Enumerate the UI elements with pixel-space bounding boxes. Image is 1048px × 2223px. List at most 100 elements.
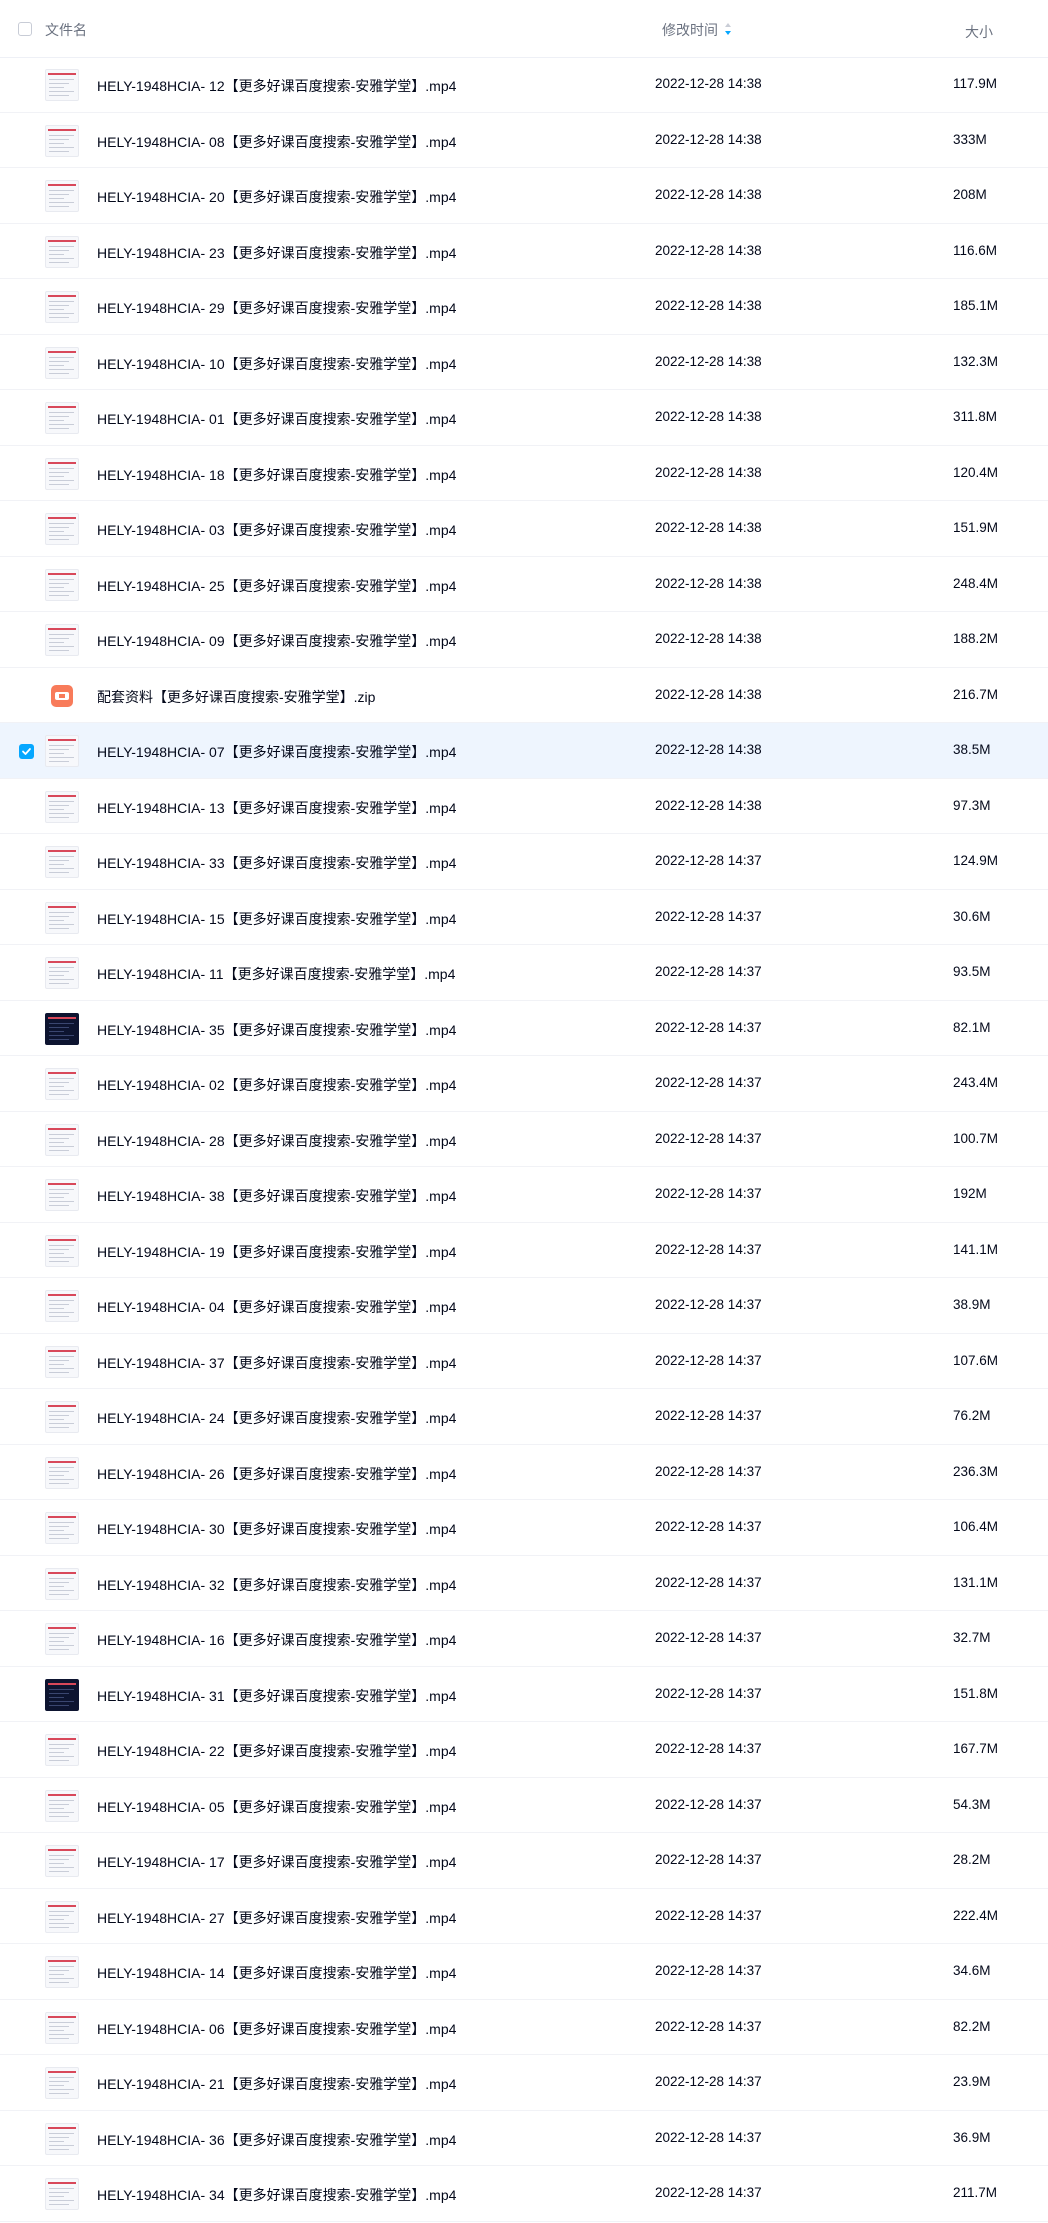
file-mtime: 2022-12-28 14:38 [655, 409, 762, 424]
file-row[interactable]: HELY-1948HCIA- 31【更多好课百度搜索-安雅学堂】.mp4 2022… [0, 1667, 1048, 1722]
file-mtime: 2022-12-28 14:37 [655, 1574, 762, 1590]
file-name[interactable]: HELY-1948HCIA- 09【更多好课百度搜索-安雅学堂】.mp4 [97, 631, 456, 651]
video-thumbnail-icon [45, 457, 79, 490]
file-name[interactable]: HELY-1948HCIA- 14【更多好课百度搜索-安雅学堂】.mp4 [97, 1963, 456, 1983]
file-row[interactable]: HELY-1948HCIA- 07【更多好课百度搜索-安雅学堂】.mp4 2022… [0, 723, 1048, 779]
file-row[interactable]: HELY-1948HCIA- 06【更多好课百度搜索-安雅学堂】.mp4 2022… [0, 2000, 1048, 2055]
column-header-size[interactable]: 大小 [965, 22, 993, 42]
file-row[interactable]: HELY-1948HCIA- 34【更多好课百度搜索-安雅学堂】.mp4 2022… [0, 2166, 1048, 2222]
row-checkbox[interactable] [19, 744, 34, 759]
file-row[interactable]: HELY-1948HCIA- 11【更多好课百度搜索-安雅学堂】.mp4 2022… [0, 945, 1048, 1001]
column-header-mtime[interactable]: 修改时间 [662, 20, 718, 40]
file-row[interactable]: HELY-1948HCIA- 04【更多好课百度搜索-安雅学堂】.mp4 2022… [0, 1278, 1048, 1334]
file-name[interactable]: HELY-1948HCIA- 30【更多好课百度搜索-安雅学堂】.mp4 [97, 1519, 456, 1539]
file-size: 185.1M [953, 298, 999, 313]
file-row[interactable]: HELY-1948HCIA- 14【更多好课百度搜索-安雅学堂】.mp4 2022… [0, 1944, 1048, 2000]
file-row[interactable]: HELY-1948HCIA- 01【更多好课百度搜索-安雅学堂】.mp4 2022… [0, 390, 1048, 446]
file-row[interactable]: HELY-1948HCIA- 33【更多好课百度搜索-安雅学堂】.mp4 2022… [0, 834, 1048, 890]
file-row[interactable]: HELY-1948HCIA- 08【更多好课百度搜索-安雅学堂】.mp4 2022… [0, 113, 1048, 168]
file-row[interactable]: HELY-1948HCIA- 35【更多好课百度搜索-安雅学堂】.mp4 2022… [0, 1001, 1048, 1056]
file-size: 222.4M [953, 1907, 999, 1923]
file-name[interactable]: HELY-1948HCIA- 05【更多好课百度搜索-安雅学堂】.mp4 [97, 1797, 456, 1817]
file-name[interactable]: HELY-1948HCIA- 37【更多好课百度搜索-安雅学堂】.mp4 [97, 1353, 456, 1373]
file-name[interactable]: HELY-1948HCIA- 12【更多好课百度搜索-安雅学堂】.mp4 [97, 76, 456, 96]
file-name[interactable]: HELY-1948HCIA- 25【更多好课百度搜索-安雅学堂】.mp4 [97, 576, 456, 596]
file-row[interactable]: HELY-1948HCIA- 25【更多好课百度搜索-安雅学堂】.mp4 2022… [0, 557, 1048, 612]
file-row[interactable]: HELY-1948HCIA- 02【更多好课百度搜索-安雅学堂】.mp4 2022… [0, 1056, 1048, 1112]
file-row[interactable]: HELY-1948HCIA- 28【更多好课百度搜索-安雅学堂】.mp4 2022… [0, 1112, 1048, 1167]
file-mtime: 2022-12-28 14:37 [655, 908, 762, 924]
sort-desc-icon[interactable] [724, 22, 732, 36]
file-name[interactable]: HELY-1948HCIA- 11【更多好课百度搜索-安雅学堂】.mp4 [97, 964, 455, 984]
file-size: 248.4M [953, 575, 999, 591]
file-row[interactable]: HELY-1948HCIA- 13【更多好课百度搜索-安雅学堂】.mp4 2022… [0, 779, 1048, 834]
file-name[interactable]: HELY-1948HCIA- 15【更多好课百度搜索-安雅学堂】.mp4 [97, 909, 456, 929]
file-row[interactable]: HELY-1948HCIA- 36【更多好课百度搜索-安雅学堂】.mp4 2022… [0, 2111, 1048, 2166]
file-name[interactable]: 配套资料【更多好课百度搜索-安雅学堂】.zip [97, 687, 375, 707]
file-row[interactable]: HELY-1948HCIA- 16【更多好课百度搜索-安雅学堂】.mp4 2022… [0, 1611, 1048, 1667]
file-name[interactable]: HELY-1948HCIA- 26【更多好课百度搜索-安雅学堂】.mp4 [97, 1464, 456, 1484]
file-name[interactable]: HELY-1948HCIA- 28【更多好课百度搜索-安雅学堂】.mp4 [97, 1131, 456, 1151]
file-name[interactable]: HELY-1948HCIA- 18【更多好课百度搜索-安雅学堂】.mp4 [97, 465, 456, 485]
file-name[interactable]: HELY-1948HCIA- 24【更多好课百度搜索-安雅学堂】.mp4 [97, 1408, 456, 1428]
file-name[interactable]: HELY-1948HCIA- 20【更多好课百度搜索-安雅学堂】.mp4 [97, 187, 456, 207]
file-name[interactable]: HELY-1948HCIA- 31【更多好课百度搜索-安雅学堂】.mp4 [97, 1686, 456, 1706]
file-name[interactable]: HELY-1948HCIA- 23【更多好课百度搜索-安雅学堂】.mp4 [97, 243, 456, 263]
file-name[interactable]: HELY-1948HCIA- 01【更多好课百度搜索-安雅学堂】.mp4 [97, 409, 456, 429]
file-row[interactable]: HELY-1948HCIA- 10【更多好课百度搜索-安雅学堂】.mp4 2022… [0, 335, 1048, 390]
select-all-checkbox[interactable] [18, 22, 32, 36]
file-row[interactable]: HELY-1948HCIA- 30【更多好课百度搜索-安雅学堂】.mp4 2022… [0, 1500, 1048, 1556]
file-row[interactable]: HELY-1948HCIA- 37【更多好课百度搜索-安雅学堂】.mp4 2022… [0, 1334, 1048, 1389]
file-row[interactable]: HELY-1948HCIA- 03【更多好课百度搜索-安雅学堂】.mp4 2022… [0, 501, 1048, 557]
file-size: 34.6M [953, 1963, 991, 1978]
file-name[interactable]: HELY-1948HCIA- 22【更多好课百度搜索-安雅学堂】.mp4 [97, 1741, 456, 1761]
file-name[interactable]: HELY-1948HCIA- 38【更多好课百度搜索-安雅学堂】.mp4 [97, 1186, 456, 1206]
file-row[interactable]: HELY-1948HCIA- 23【更多好课百度搜索-安雅学堂】.mp4 2022… [0, 224, 1048, 279]
file-row[interactable]: HELY-1948HCIA- 15【更多好课百度搜索-安雅学堂】.mp4 2022… [0, 890, 1048, 945]
file-name[interactable]: HELY-1948HCIA- 34【更多好课百度搜索-安雅学堂】.mp4 [97, 2185, 456, 2205]
video-thumbnail-icon [45, 1845, 79, 1877]
file-name[interactable]: HELY-1948HCIA- 16【更多好课百度搜索-安雅学堂】.mp4 [97, 1630, 456, 1650]
file-name[interactable]: HELY-1948HCIA- 27【更多好课百度搜索-安雅学堂】.mp4 [97, 1908, 456, 1928]
file-name[interactable]: HELY-1948HCIA- 29【更多好课百度搜索-安雅学堂】.mp4 [97, 298, 456, 318]
file-name[interactable]: HELY-1948HCIA- 32【更多好课百度搜索-安雅学堂】.mp4 [97, 1575, 456, 1595]
file-name[interactable]: HELY-1948HCIA- 17【更多好课百度搜索-安雅学堂】.mp4 [97, 1852, 456, 1872]
file-row[interactable]: HELY-1948HCIA- 09【更多好课百度搜索-安雅学堂】.mp4 2022… [0, 612, 1048, 668]
file-name[interactable]: HELY-1948HCIA- 13【更多好课百度搜索-安雅学堂】.mp4 [97, 798, 456, 818]
file-row[interactable]: HELY-1948HCIA- 24【更多好课百度搜索-安雅学堂】.mp4 2022… [0, 1389, 1048, 1445]
file-name[interactable]: HELY-1948HCIA- 07【更多好课百度搜索-安雅学堂】.mp4 [97, 742, 456, 762]
file-name[interactable]: HELY-1948HCIA- 02【更多好课百度搜索-安雅学堂】.mp4 [97, 1075, 456, 1095]
video-thumbnail-icon [45, 1345, 79, 1378]
file-row[interactable]: HELY-1948HCIA- 21【更多好课百度搜索-安雅学堂】.mp4 2022… [0, 2055, 1048, 2111]
file-mtime: 2022-12-28 14:37 [655, 2074, 762, 2089]
file-row[interactable]: HELY-1948HCIA- 29【更多好课百度搜索-安雅学堂】.mp4 2022… [0, 279, 1048, 335]
file-name[interactable]: HELY-1948HCIA- 03【更多好课百度搜索-安雅学堂】.mp4 [97, 520, 456, 540]
file-name[interactable]: HELY-1948HCIA- 19【更多好课百度搜索-安雅学堂】.mp4 [97, 1242, 456, 1262]
file-row[interactable]: HELY-1948HCIA- 26【更多好课百度搜索-安雅学堂】.mp4 2022… [0, 1445, 1048, 1500]
file-row[interactable]: HELY-1948HCIA- 18【更多好课百度搜索-安雅学堂】.mp4 2022… [0, 446, 1048, 501]
file-row[interactable]: HELY-1948HCIA- 05【更多好课百度搜索-安雅学堂】.mp4 2022… [0, 1778, 1048, 1833]
file-name[interactable]: HELY-1948HCIA- 36【更多好课百度搜索-安雅学堂】.mp4 [97, 2130, 456, 2150]
file-row[interactable]: 配套资料【更多好课百度搜索-安雅学堂】.zip 2022-12-28 14:38 2… [0, 668, 1048, 723]
file-row[interactable]: HELY-1948HCIA- 12【更多好课百度搜索-安雅学堂】.mp4 2022… [0, 57, 1048, 113]
file-row[interactable]: HELY-1948HCIA- 27【更多好课百度搜索-安雅学堂】.mp4 2022… [0, 1889, 1048, 1944]
file-row[interactable]: HELY-1948HCIA- 22【更多好课百度搜索-安雅学堂】.mp4 2022… [0, 1722, 1048, 1778]
file-name[interactable]: HELY-1948HCIA- 04【更多好课百度搜索-安雅学堂】.mp4 [97, 1297, 456, 1317]
video-thumbnail-icon [45, 1567, 79, 1600]
file-name[interactable]: HELY-1948HCIA- 33【更多好课百度搜索-安雅学堂】.mp4 [97, 853, 456, 873]
file-name[interactable]: HELY-1948HCIA- 08【更多好课百度搜索-安雅学堂】.mp4 [97, 132, 456, 152]
file-name[interactable]: HELY-1948HCIA- 06【更多好课百度搜索-安雅学堂】.mp4 [97, 2019, 456, 2039]
file-mtime: 2022-12-28 14:37 [655, 1630, 762, 1645]
file-name[interactable]: HELY-1948HCIA- 10【更多好课百度搜索-安雅学堂】.mp4 [97, 354, 456, 374]
file-row[interactable]: HELY-1948HCIA- 38【更多好课百度搜索-安雅学堂】.mp4 2022… [0, 1167, 1048, 1223]
file-row[interactable]: HELY-1948HCIA- 19【更多好课百度搜索-安雅学堂】.mp4 2022… [0, 1223, 1048, 1278]
file-row[interactable]: HELY-1948HCIA- 17【更多好课百度搜索-安雅学堂】.mp4 2022… [0, 1833, 1048, 1889]
file-mtime: 2022-12-28 14:37 [655, 1796, 762, 1812]
file-row[interactable]: HELY-1948HCIA- 32【更多好课百度搜索-安雅学堂】.mp4 2022… [0, 1556, 1048, 1611]
file-name[interactable]: HELY-1948HCIA- 21【更多好课百度搜索-安雅学堂】.mp4 [97, 2074, 456, 2094]
file-mtime: 2022-12-28 14:37 [655, 2185, 762, 2200]
column-header-name[interactable]: 文件名 [45, 20, 87, 40]
file-row[interactable]: HELY-1948HCIA- 20【更多好课百度搜索-安雅学堂】.mp4 2022… [0, 168, 1048, 224]
file-name[interactable]: HELY-1948HCIA- 35【更多好课百度搜索-安雅学堂】.mp4 [97, 1020, 456, 1040]
video-thumbnail-icon [45, 1123, 79, 1156]
